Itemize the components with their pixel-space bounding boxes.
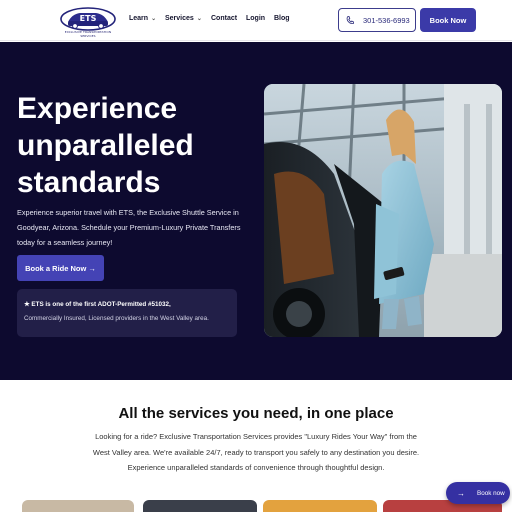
nav-item-contact[interactable]: Contact <box>211 15 237 22</box>
hero-title: Experience unparalleled standards <box>17 92 194 199</box>
permit-notice-bold: ★ ETS is one of the first ADOT-Permitted… <box>24 301 171 308</box>
service-card[interactable] <box>143 500 257 512</box>
phone-number: 301-536-6993 <box>363 15 410 25</box>
ets-logo[interactable]: ETS EXCLUSIVE TRANSPORTATION SERVICES <box>58 6 118 38</box>
book-a-ride-button[interactable]: Book a Ride Now → <box>17 255 104 281</box>
service-cards <box>22 500 502 512</box>
logo-tagline: EXCLUSIVE TRANSPORTATION SERVICES <box>64 30 112 38</box>
nav-item-label: Blog <box>274 15 290 22</box>
site-header: ETS EXCLUSIVE TRANSPORTATION SERVICES Le… <box>0 0 512 41</box>
svg-text:ETS: ETS <box>80 14 97 23</box>
phone-icon <box>346 15 354 24</box>
hero-subtitle: Experience superior travel with ETS, the… <box>17 208 241 247</box>
nav-item-services[interactable]: Services ⌄ <box>165 15 202 22</box>
book-now-floating-button[interactable]: → Book now <box>446 482 510 504</box>
fab-label: Book now <box>477 489 505 497</box>
chevron-down-icon: ⌄ <box>196 16 202 22</box>
permit-notice: ★ ETS is one of the first ADOT-Permitted… <box>17 289 237 337</box>
nav-item-label: Login <box>246 15 266 22</box>
chevron-down-icon: ⌄ <box>151 16 157 22</box>
service-card[interactable] <box>263 500 377 512</box>
nav-item-login[interactable]: Login <box>246 15 265 22</box>
book-now-button[interactable]: Book Now <box>420 8 476 32</box>
permit-notice-text: Commercially Insured, Licensed providers… <box>24 315 209 322</box>
nav-item-learn[interactable]: Learn ⌄ <box>129 15 156 22</box>
nav-item-label: Learn <box>129 15 149 22</box>
nav-item-blog[interactable]: Blog <box>274 15 290 22</box>
phone-button[interactable]: 301-536-6993 <box>338 8 416 32</box>
services-description: Looking for a ride? Exclusive Transporta… <box>92 432 420 472</box>
hero-section: Experience unparalleled standards Experi… <box>0 42 512 380</box>
arrow-right-icon: → <box>457 488 465 498</box>
hero-photo <box>264 84 502 337</box>
nav-item-label: Services <box>165 15 194 22</box>
services-title: All the services you need, in one place <box>118 405 394 422</box>
nav-item-label: Contact <box>211 15 238 22</box>
service-card[interactable] <box>22 500 134 512</box>
